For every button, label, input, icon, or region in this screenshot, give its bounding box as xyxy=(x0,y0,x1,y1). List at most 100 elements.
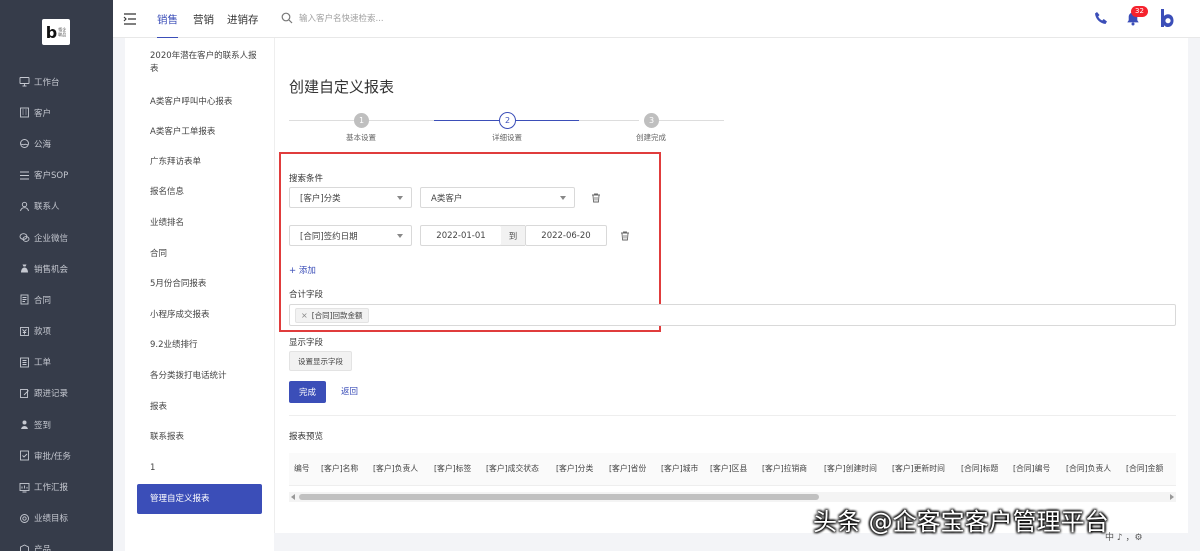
sidebar-item[interactable]: 签到 xyxy=(0,409,113,440)
pool-icon xyxy=(18,138,30,150)
report-list-item[interactable]: 联系报表 xyxy=(150,431,265,444)
table-column-header: [合同]金额 xyxy=(1126,464,1164,473)
sidebar-item[interactable]: 合同 xyxy=(0,284,113,315)
app-logo[interactable]: b 悟企 联品 xyxy=(42,19,70,45)
report-list-item[interactable]: 1 xyxy=(150,462,265,475)
finish-button[interactable]: 完成 xyxy=(289,381,326,403)
sidebar-item-label: 跟进记录 xyxy=(34,389,69,400)
report-list-item[interactable]: 小程序成交报表 xyxy=(150,309,265,322)
report-list-item[interactable]: 合同 xyxy=(150,248,265,261)
sidebar-item[interactable]: 客户 xyxy=(0,97,113,128)
sidebar-item[interactable]: 产品 xyxy=(0,534,113,551)
horizontal-scrollbar[interactable] xyxy=(289,492,1176,502)
scroll-thumb[interactable] xyxy=(299,494,819,500)
sidebar-item[interactable]: 销售机会 xyxy=(0,253,113,284)
report-list-item[interactable]: 管理自定义报表 xyxy=(137,484,262,514)
sidebar-item-label: 销售机会 xyxy=(34,264,69,275)
report-list-item[interactable]: 各分类拨打电话统计 xyxy=(150,370,265,383)
report-list-item[interactable]: 广东拜访表单 xyxy=(150,156,265,169)
close-icon[interactable]: × xyxy=(301,311,308,320)
tab-inventory[interactable]: 进销存 xyxy=(227,12,259,27)
table-column-header: [客户]分类 xyxy=(556,464,594,473)
chevron-down-icon xyxy=(397,196,403,200)
scroll-left-icon[interactable] xyxy=(291,494,295,500)
sidebar-item[interactable]: 款项 xyxy=(0,316,113,347)
sidebar-item[interactable]: 工单 xyxy=(0,347,113,378)
table-column-header: [合同]负责人 xyxy=(1066,464,1112,473)
condition2-field-value: [合同]签约日期 xyxy=(300,231,358,242)
menu-toggle-icon[interactable] xyxy=(123,12,137,26)
search-input[interactable] xyxy=(299,10,479,28)
sidebar-item[interactable]: 业绩目标 xyxy=(0,503,113,534)
report-icon xyxy=(18,481,30,493)
step-2-circle: 2 xyxy=(499,112,516,129)
sidebar-item[interactable]: 审批/任务 xyxy=(0,440,113,471)
table-column-header: [客户]省份 xyxy=(609,464,647,473)
sidebar-item[interactable]: 客户SOP xyxy=(0,160,113,191)
input-method-toolbar: 中 ♪ ，⚙ xyxy=(1105,533,1143,543)
sidebar-item[interactable]: 企业微信 xyxy=(0,222,113,253)
sidebar-item-label: 审批/任务 xyxy=(34,451,71,462)
sidebar-item[interactable]: 跟进记录 xyxy=(0,378,113,409)
sidebar-item[interactable]: 公海 xyxy=(0,128,113,159)
report-list-item[interactable]: 2020年潜在客户的联系人报表 xyxy=(150,50,265,76)
report-list-item[interactable]: 报名信息 xyxy=(150,186,265,199)
product-icon xyxy=(18,543,30,551)
date-range-separator: 到 xyxy=(501,225,525,246)
report-list-item[interactable]: A类客户工单报表 xyxy=(150,126,265,139)
sum-fields-label: 合计字段 xyxy=(289,290,324,300)
table-column-header: [客户]成交状态 xyxy=(486,464,539,473)
start-date-input[interactable]: 2022-01-01 xyxy=(420,225,502,246)
end-date-input[interactable]: 2022-06-20 xyxy=(525,225,607,246)
tab-marketing[interactable]: 营销 xyxy=(193,12,214,27)
notification-badge: 32 xyxy=(1131,6,1148,17)
report-list-item[interactable]: 5月份合同报表 xyxy=(150,278,265,291)
set-display-fields-button[interactable]: 设置显示字段 xyxy=(289,351,352,371)
sidebar-item-label: 客户SOP xyxy=(34,171,69,182)
report-list-item[interactable]: 9.2业绩排行 xyxy=(150,339,265,352)
condition1-field-select[interactable]: [客户]分类 xyxy=(289,187,412,208)
user-icon xyxy=(18,200,30,212)
sidebar: b 悟企 联品 工作台客户 公海客户SOP 联系人 企业微信销售机会合同款项 工单跟进记… xyxy=(0,0,113,551)
report-list-item[interactable]: 报表 xyxy=(150,401,265,414)
report-list-item[interactable]: 业绩排名 xyxy=(150,217,265,230)
back-link[interactable]: 返回 xyxy=(341,385,358,397)
wechat-icon xyxy=(18,232,30,244)
chevron-down-icon xyxy=(560,196,566,200)
add-condition-link[interactable]: + 添加 xyxy=(289,264,316,276)
report-list-item[interactable]: A类客户呼叫中心报表 xyxy=(150,96,265,109)
tab-sales[interactable]: 销售 xyxy=(157,12,178,39)
step-line xyxy=(289,120,354,121)
step-1-circle: 1 xyxy=(354,113,369,128)
condition1-value-select[interactable]: A类客户 xyxy=(420,187,575,208)
brand-icon[interactable] xyxy=(1158,8,1176,28)
sidebar-item[interactable]: 联系人 xyxy=(0,191,113,222)
page-title: 创建自定义报表 xyxy=(289,78,395,96)
table-column-header: [客户]拉销商 xyxy=(762,464,808,473)
top-bar: 销售 营销 进销存 32 xyxy=(113,0,1200,39)
main-panel: 创建自定义报表 1 基本设置 2 详细设置 3 创建完成 搜索条件 [客户]分类… xyxy=(274,38,1188,533)
trash-icon[interactable] xyxy=(620,231,630,241)
table-column-header: [客户]区县 xyxy=(710,464,748,473)
logo-letter: b xyxy=(45,22,58,42)
search-conditions-label: 搜索条件 xyxy=(289,174,324,184)
building-icon xyxy=(18,107,30,119)
trash-icon[interactable] xyxy=(591,193,601,203)
table-column-header: [客户]更新时间 xyxy=(892,464,945,473)
phone-icon[interactable] xyxy=(1094,11,1108,25)
display-fields-label: 显示字段 xyxy=(289,338,324,348)
table-column-header: [客户]创建时间 xyxy=(824,464,877,473)
sidebar-item[interactable]: 工作汇报 xyxy=(0,471,113,502)
sidebar-item-label: 工作台 xyxy=(34,77,60,88)
location-icon xyxy=(18,419,30,431)
sidebar-item[interactable]: 工作台 xyxy=(0,66,113,97)
ticket-icon xyxy=(18,356,30,368)
steps: 1 基本设置 2 详细设置 3 创建完成 xyxy=(289,110,729,150)
scroll-right-icon[interactable] xyxy=(1170,494,1174,500)
edit-icon xyxy=(18,387,30,399)
sum-fields-input[interactable]: × [合同]回款金额 xyxy=(289,304,1176,326)
search-icon xyxy=(281,12,293,24)
sidebar-item-label: 合同 xyxy=(34,295,52,306)
table-column-header: [客户]城市 xyxy=(661,464,699,473)
condition2-field-select[interactable]: [合同]签约日期 xyxy=(289,225,412,246)
